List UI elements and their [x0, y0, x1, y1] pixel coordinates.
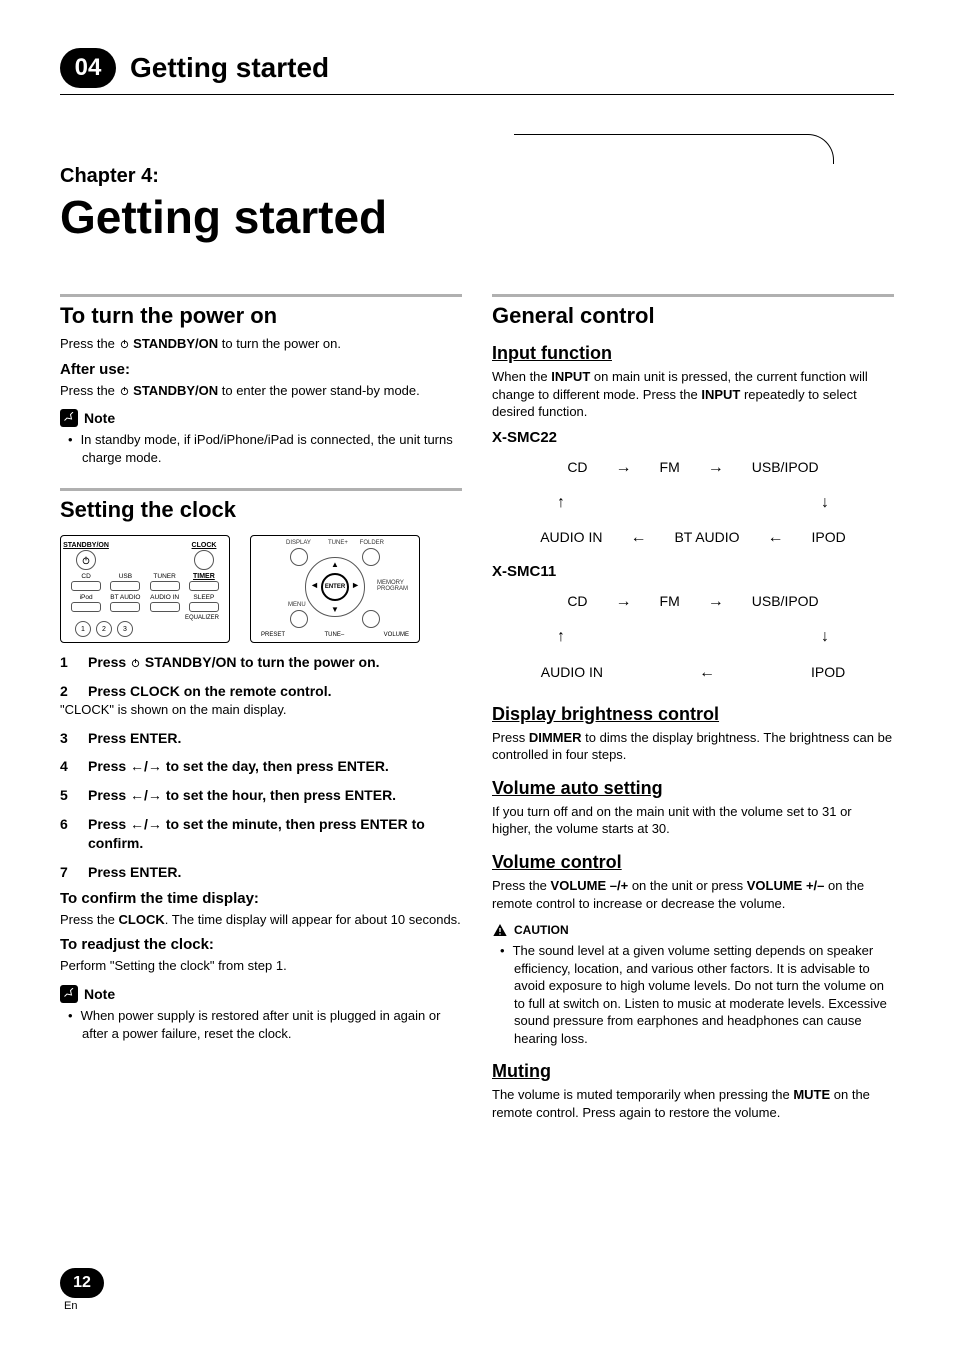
enter-button: ENTER: [321, 573, 349, 601]
readjust-title: To readjust the clock:: [60, 936, 462, 953]
page-footer: 12 En: [60, 1268, 104, 1312]
cycle-b: CD→ FM→ USB/IPOD ↑ ↓ AUDIO IN ← IPOD: [492, 584, 894, 690]
volume-control-title: Volume control: [492, 852, 894, 873]
right-arrow-icon: ►: [351, 580, 360, 590]
arrow-right-icon: →: [616, 584, 632, 619]
caution-item: The sound level at a given volume settin…: [514, 942, 894, 1047]
input-function-body: When the INPUT on main unit is pressed, …: [492, 368, 894, 421]
display-brightness-title: Display brightness control: [492, 704, 894, 725]
note-label: Note: [84, 986, 115, 1002]
arrow-down-icon: ↓: [821, 619, 829, 654]
arrow-right-icon: →: [708, 584, 724, 619]
nav-display: [290, 548, 308, 566]
chapter-label: Chapter 4:: [60, 165, 894, 188]
left-column: To turn the power on Press the STANDBY/O…: [60, 294, 462, 1127]
page-number-badge: 12: [60, 1268, 104, 1298]
standby-button: [76, 550, 96, 570]
section-clock-title: Setting the clock: [60, 497, 462, 523]
right-column: General control Input function When the …: [492, 294, 894, 1127]
chapter-number-badge: 04: [60, 48, 116, 88]
note-header: Note: [60, 409, 462, 427]
note-icon: [60, 409, 78, 427]
arrow-left-icon: ←: [699, 655, 715, 690]
step-6: 6Press ←/→ to set the minute, then press…: [60, 815, 462, 853]
page-language: En: [64, 1300, 104, 1312]
nav-folder: [362, 548, 380, 566]
volume-auto-body: If you turn off and on the main unit wit…: [492, 803, 894, 838]
note-label: Note: [84, 410, 115, 426]
page-header: 04 Getting started: [60, 48, 894, 95]
confirm-title: To confirm the time display:: [60, 890, 462, 907]
arrow-right-icon: →: [708, 450, 724, 485]
remote-diagram-b: DISPLAY TUNE+ FOLDER ENTER ◄ ► ▲ ▼ MEMOR…: [250, 535, 420, 643]
nav-menu: [290, 610, 308, 628]
caution-header: CAUTION: [492, 922, 894, 938]
confirm-body: Press the CLOCK. The time display will a…: [60, 911, 462, 929]
step-4: 4Press ←/→ to set the day, then press EN…: [60, 757, 462, 776]
arrow-up-icon: ↑: [557, 485, 565, 520]
left-arrow-icon: ◄: [310, 580, 319, 590]
section-power-title: To turn the power on: [60, 303, 462, 329]
caution-list: The sound level at a given volume settin…: [492, 942, 894, 1047]
remote-diagram-a: STANDBY/ON CLOCK CD USB TUNER TIMER iPod…: [60, 535, 230, 643]
power-icon: [119, 385, 130, 396]
readjust-body: Perform "Setting the clock" from step 1.: [60, 957, 462, 975]
volume-auto-title: Volume auto setting: [492, 778, 894, 799]
step-7: 7Press ENTER.: [60, 863, 462, 882]
volume-control-body: Press the VOLUME –/+ on the unit or pres…: [492, 877, 894, 912]
arrow-down-icon: ↓: [821, 485, 829, 520]
section-general-title: General control: [492, 303, 894, 329]
note-icon: [60, 985, 78, 1003]
muting-body: The volume is muted temporarily when pre…: [492, 1086, 894, 1121]
down-arrow-icon: ▼: [331, 605, 339, 614]
note-item: When power supply is restored after unit…: [82, 1007, 462, 1042]
remote-diagrams: STANDBY/ON CLOCK CD USB TUNER TIMER iPod…: [60, 535, 462, 643]
note-header: Note: [60, 985, 462, 1003]
power-line1: Press the STANDBY/ON to turn the power o…: [60, 335, 462, 353]
arrow-left-icon: ←: [768, 520, 784, 555]
arrow-right-icon: →: [616, 450, 632, 485]
step-2: 2Press CLOCK on the remote control.: [60, 682, 462, 701]
nav-volume: [362, 610, 380, 628]
up-arrow-icon: ▲: [331, 560, 339, 569]
power-icon: [130, 657, 141, 668]
display-brightness-body: Press DIMMER to dims the display brightn…: [492, 729, 894, 764]
model-b-label: X-SMC11: [492, 563, 894, 580]
step-1: 1Press STANDBY/ON to turn the power on.: [60, 653, 462, 672]
page-title: Getting started: [60, 190, 894, 244]
corner-rule: [514, 134, 834, 164]
power-icon: [119, 338, 130, 349]
note-list: In standby mode, if iPod/iPhone/iPad is …: [60, 431, 462, 466]
power-line2: Press the STANDBY/ON to enter the power …: [60, 382, 462, 400]
cycle-a: CD→ FM→ USB/IPOD ↑ ↓ AUDIO IN← BT AUDIO←…: [492, 450, 894, 556]
caution-label: CAUTION: [514, 923, 569, 937]
running-title: Getting started: [130, 52, 329, 84]
step-2-sub: "CLOCK" is shown on the main display.: [60, 701, 462, 719]
muting-title: Muting: [492, 1061, 894, 1082]
note-item: In standby mode, if iPod/iPhone/iPad is …: [82, 431, 462, 466]
clock-button: [194, 550, 214, 570]
note-list: When power supply is restored after unit…: [60, 1007, 462, 1042]
step-5: 5Press ←/→ to set the hour, then press E…: [60, 786, 462, 805]
step-3: 3Press ENTER.: [60, 729, 462, 748]
arrow-left-icon: ←: [630, 520, 646, 555]
caution-icon: [492, 922, 508, 938]
model-a-label: X-SMC22: [492, 429, 894, 446]
after-use-label: After use:: [60, 361, 462, 378]
arrow-up-icon: ↑: [557, 619, 565, 654]
input-function-title: Input function: [492, 343, 894, 364]
